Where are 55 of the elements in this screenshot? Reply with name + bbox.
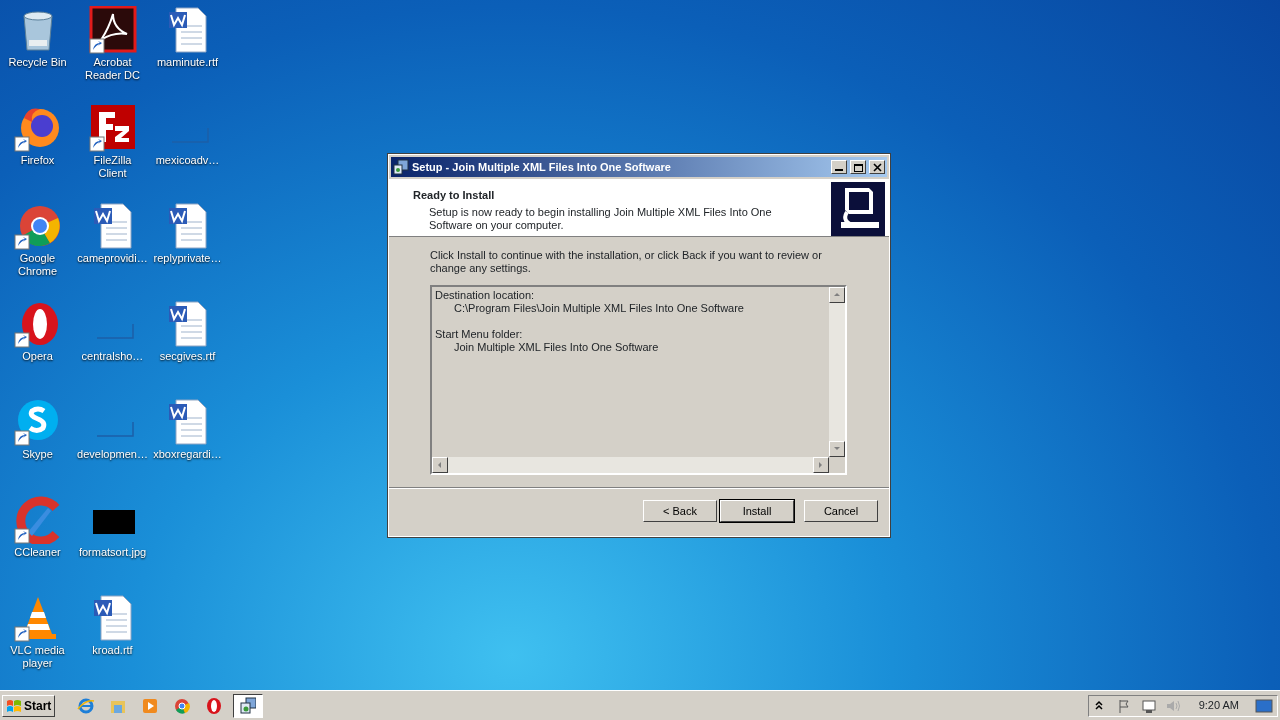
ftp-app-icon[interactable] [88, 104, 137, 152]
icon-label[interactable]: Google Chrome [7, 252, 68, 278]
browser-icon[interactable] [205, 696, 224, 715]
scroll-arrow-button[interactable] [432, 457, 448, 473]
dialog-button[interactable]: Cancel [804, 500, 878, 522]
maximize-icon [852, 162, 864, 172]
icon-label[interactable]: CCleaner [14, 546, 61, 559]
dialog-button[interactable]: Install [720, 500, 794, 522]
window-title: Setup - Join Multiple XML Files Into One Software [412, 159, 672, 175]
maximize-button[interactable] [850, 160, 866, 174]
start-button[interactable]: Start [2, 694, 56, 717]
scroll-arrow-button[interactable] [813, 457, 829, 473]
close-icon [871, 162, 883, 172]
icon-label[interactable]: xboxregardi… [153, 448, 222, 461]
clock[interactable]: 9:20 AM [1198, 697, 1239, 714]
icon-label[interactable]: mexicoadv… [155, 154, 220, 167]
windows-logo-icon [6, 698, 22, 713]
summary-value: C:\Program Files\Join Multiple XML Files Into One Software [453, 302, 745, 315]
icon-label[interactable]: secgives.rtf [159, 350, 216, 363]
minimize-icon [835, 169, 843, 171]
cleaner-app-icon[interactable] [13, 496, 62, 544]
summary-heading: Destination location: [435, 289, 536, 302]
dialog-button[interactable]: < Back [643, 500, 717, 522]
setup-icon [393, 159, 409, 175]
icon-label[interactable]: formatsort.jpg [78, 546, 147, 559]
icon-label[interactable]: Opera [22, 350, 53, 363]
pdf-reader-icon[interactable] [88, 6, 137, 54]
icon-label[interactable]: developmen… [77, 448, 148, 461]
show-desktop-button[interactable] [1255, 698, 1273, 713]
icon-label[interactable]: Recycle Bin [8, 56, 67, 69]
icon-label[interactable]: maminute.rtf [156, 56, 219, 69]
close-button[interactable] [869, 160, 885, 174]
minimize-button[interactable] [831, 160, 847, 174]
scroll-arrow-button[interactable] [829, 287, 845, 303]
icon-label[interactable]: Skype [22, 448, 53, 461]
page-description: Setup is now ready to begin installing Join Multiple XML Files Into One Software on your computer. [428, 205, 773, 232]
page-heading: Ready to Install [413, 188, 496, 203]
network-icon[interactable] [1140, 697, 1157, 714]
icon-label[interactable]: Acrobat Reader DC [82, 56, 143, 82]
icon-label[interactable]: centralsho… [81, 350, 144, 363]
icon-label[interactable]: VLC media player [7, 644, 68, 670]
scroll-arrow-button[interactable] [829, 441, 845, 457]
taskbar-button[interactable] [233, 693, 264, 718]
icon-label[interactable]: kroad.rtf [92, 644, 133, 657]
icon-label[interactable]: replyprivate… [153, 252, 222, 265]
vertical-scrollbar[interactable] [829, 287, 845, 457]
icon-label[interactable]: cameprovidi… [77, 252, 148, 265]
instruction-text: Click Install to continue with the installation, or click Back if you want to review or change any settings. [430, 249, 823, 275]
icon-label[interactable]: FileZilla Client [82, 154, 143, 180]
setup-icon [240, 696, 257, 715]
browser-icon[interactable] [173, 696, 192, 715]
summary-heading: Start Menu folder: [435, 328, 524, 341]
icon-label[interactable]: Firefox [20, 154, 55, 167]
horizontal-scrollbar[interactable] [432, 457, 829, 473]
summary-value: Join Multiple XML Files Into One Software [453, 341, 660, 354]
